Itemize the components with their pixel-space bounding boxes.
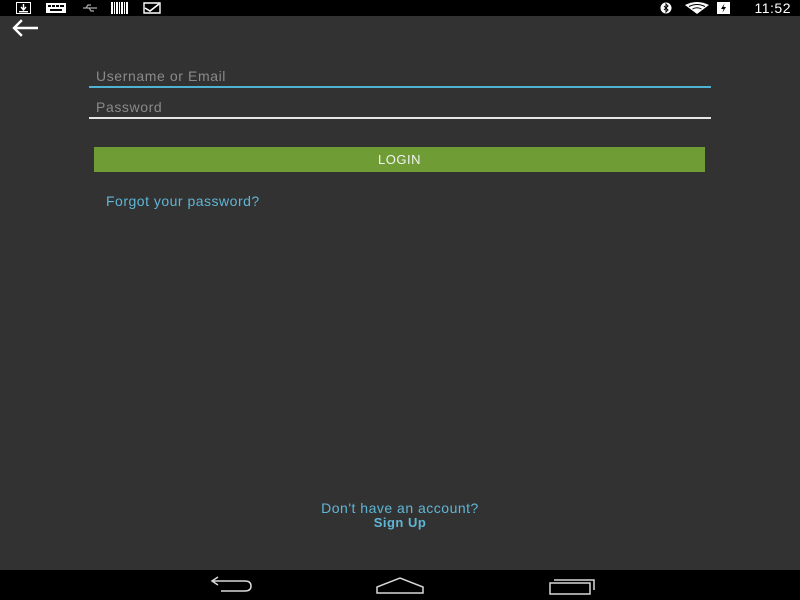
forgot-password-link[interactable]: Forgot your password? xyxy=(106,193,260,209)
barcode-icon xyxy=(111,2,128,14)
clock: 11:52 xyxy=(754,0,791,16)
signup-prompt: Don't have an account? xyxy=(321,500,479,516)
back-arrow-icon[interactable] xyxy=(10,18,42,38)
check-envelope-icon xyxy=(143,2,161,14)
keyboard-icon xyxy=(46,3,66,13)
usb-icon xyxy=(83,4,97,12)
password-underline xyxy=(89,117,711,119)
password-field-container xyxy=(89,95,711,119)
navigation-bar xyxy=(0,570,800,600)
signup-link[interactable]: Sign Up xyxy=(0,515,800,530)
username-input[interactable] xyxy=(89,64,711,88)
password-input[interactable] xyxy=(89,95,711,119)
home-icon[interactable] xyxy=(376,575,424,595)
login-screen: 11:52 LOGIN Forgot your password? Don't … xyxy=(0,0,800,600)
login-button[interactable]: LOGIN xyxy=(94,147,705,172)
bluetooth-icon xyxy=(660,2,672,14)
wifi-icon xyxy=(685,2,709,14)
username-underline xyxy=(89,86,711,88)
download-icon xyxy=(16,2,31,14)
recent-apps-icon[interactable] xyxy=(548,575,596,595)
status-bar: 11:52 xyxy=(0,0,800,16)
back-icon[interactable] xyxy=(205,575,253,595)
username-field-container xyxy=(89,64,711,88)
battery-icon xyxy=(717,2,730,14)
